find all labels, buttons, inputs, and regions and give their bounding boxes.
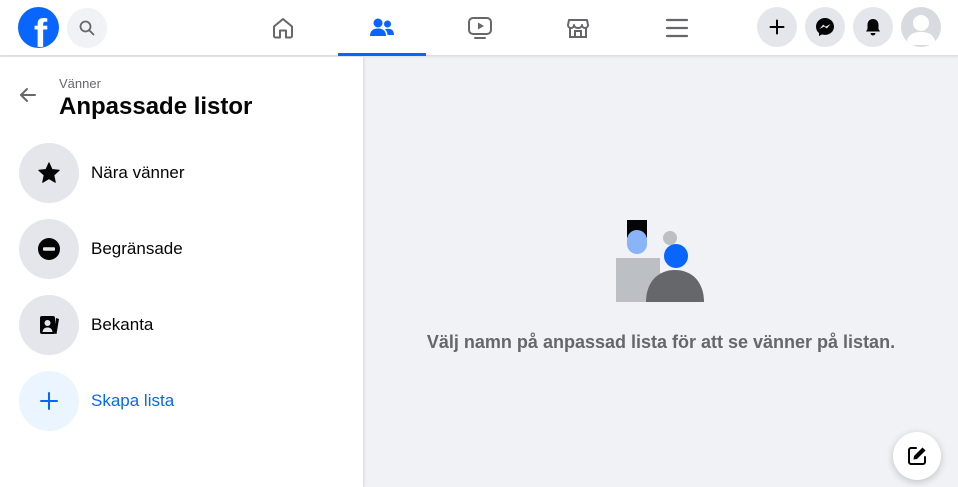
new-message-button[interactable] [893, 432, 941, 480]
list-item-icon [19, 219, 79, 279]
empty-state-message: Välj namn på anpassad lista för att se v… [426, 332, 896, 352]
restricted-icon [38, 238, 60, 260]
search-icon [79, 20, 95, 36]
create-button[interactable] [757, 7, 797, 47]
friends-icon [370, 18, 394, 36]
list-item-icon [19, 143, 79, 203]
page-title: Anpassade listor [59, 93, 253, 120]
breadcrumb[interactable]: Vänner [59, 76, 101, 91]
messenger-button[interactable] [805, 7, 845, 47]
marketplace-icon [567, 19, 589, 38]
list-item-restricted[interactable]: Begränsade [8, 215, 356, 283]
tab-menu[interactable] [633, 0, 721, 56]
tab-marketplace[interactable] [534, 0, 622, 56]
back-button[interactable] [12, 79, 44, 111]
plus-icon [769, 19, 785, 35]
list-item-label: Nära vänner [91, 163, 185, 182]
tab-friends[interactable] [338, 0, 426, 56]
profile-placeholder-icon [906, 15, 936, 45]
messenger-icon [816, 18, 834, 36]
create-list-button[interactable]: Skapa lista [8, 367, 356, 435]
acquaintance-icon [40, 316, 59, 334]
list-item-icon [19, 371, 79, 431]
bell-icon [866, 19, 880, 36]
plus-icon [40, 392, 58, 410]
arrow-left-icon [20, 88, 36, 102]
list-item-close-friends[interactable]: Nära vänner [8, 139, 356, 207]
custom-lists-sidebar: Vänner Anpassade listor Nära vänner Begr… [0, 57, 364, 487]
account-avatar[interactable] [901, 7, 941, 47]
compose-icon [908, 447, 926, 465]
friends-illustration [616, 220, 704, 302]
list-item-label: Skapa lista [91, 391, 175, 410]
hamburger-menu-icon [665, 18, 689, 38]
list-item-label: Begränsade [91, 239, 183, 258]
video-icon [468, 17, 492, 39]
notifications-button[interactable] [853, 7, 893, 47]
facebook-logo[interactable]: f [18, 7, 59, 48]
tab-home[interactable] [239, 0, 327, 56]
tab-watch[interactable] [436, 0, 524, 56]
list-item-icon [19, 295, 79, 355]
logo-letter: f [33, 12, 48, 48]
search-button[interactable] [67, 8, 107, 48]
home-icon [273, 18, 293, 39]
top-navigation-bar: f [0, 0, 958, 56]
list-item-acquaintances[interactable]: Bekanta [8, 291, 356, 359]
list-item-label: Bekanta [91, 315, 154, 334]
star-icon [38, 162, 60, 183]
